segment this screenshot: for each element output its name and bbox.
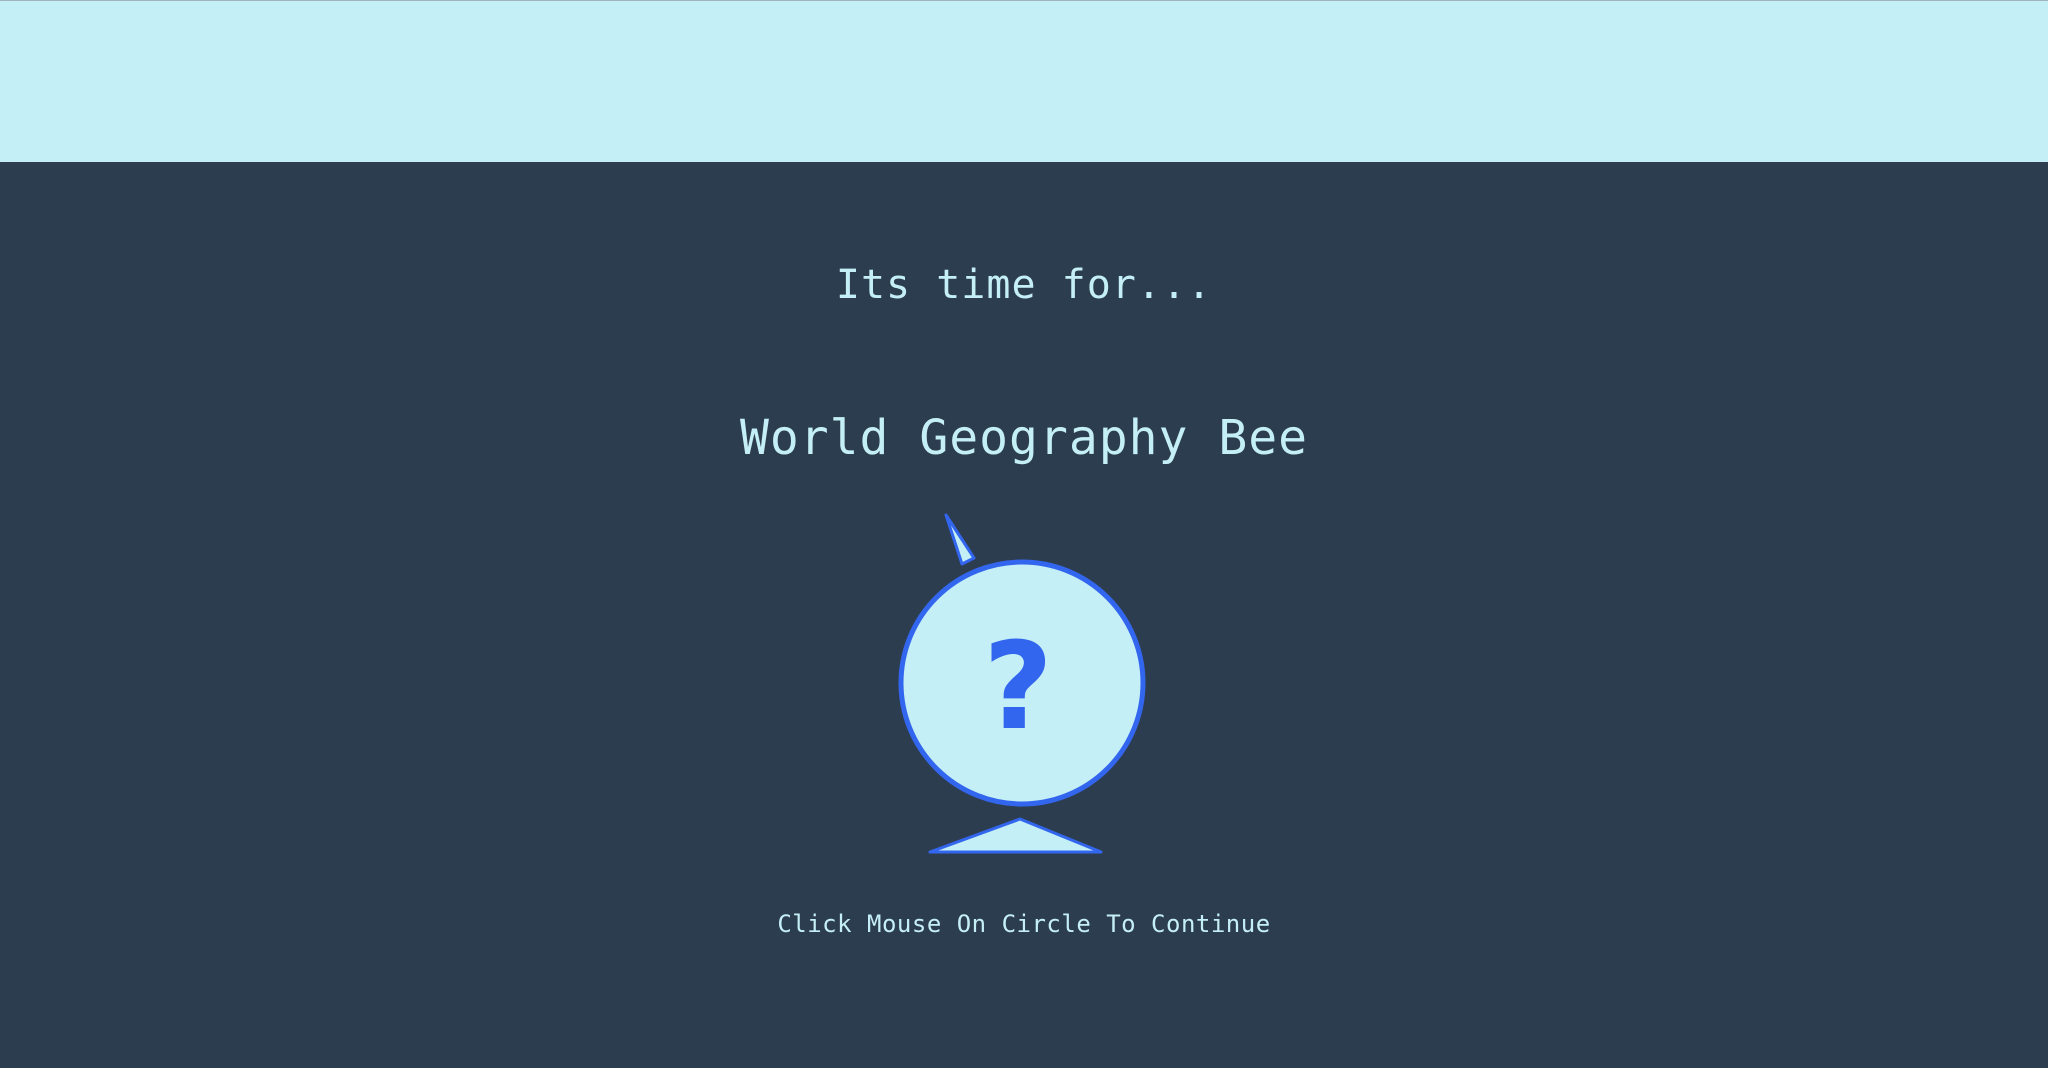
top-banner [0,0,2048,162]
intro-text: Its time for... [835,262,1213,308]
continue-instruction: Click Mouse On Circle To Continue [777,910,1271,938]
game-title: World Geography Bee [739,410,1309,466]
globe-circle-button[interactable] [898,559,1146,807]
